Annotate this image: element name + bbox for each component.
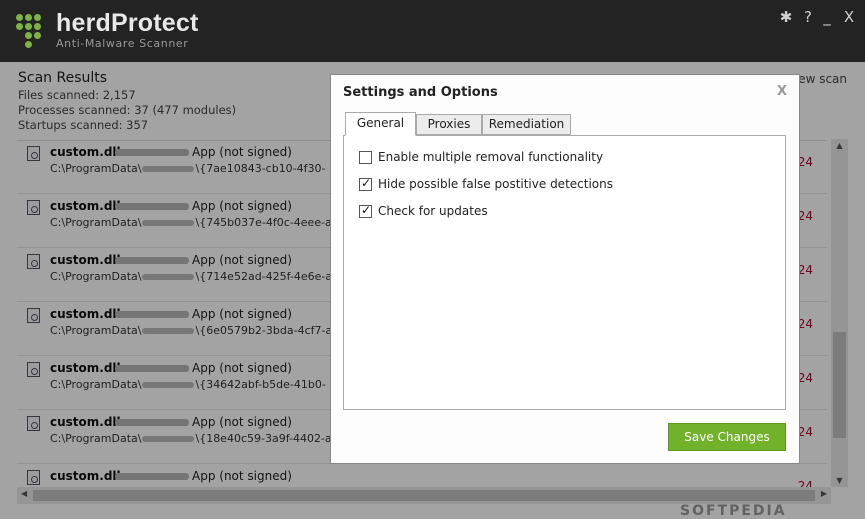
tab-general[interactable]: General	[345, 112, 416, 136]
herd-logo-icon	[16, 14, 50, 48]
save-changes-button[interactable]: Save Changes	[668, 423, 786, 451]
checkbox[interactable]	[359, 176, 372, 191]
tools-icon[interactable]: ✱	[777, 8, 795, 26]
option-label: Check for updates	[378, 204, 488, 218]
checkbox[interactable]	[359, 203, 372, 218]
app-name: herdProtect	[56, 9, 199, 37]
title-bar: herdProtect Anti-Malware Scanner ✱ ? _ X	[0, 0, 865, 62]
general-tab-panel: Enable multiple removal functionality Hi…	[343, 135, 786, 410]
checkbox[interactable]	[359, 151, 372, 164]
tab-remediation[interactable]: Remediation	[482, 114, 571, 135]
settings-dialog: Settings and Options X General Proxies R…	[330, 74, 800, 464]
minimize-icon[interactable]: _	[818, 8, 836, 26]
app-tagline: Anti-Malware Scanner	[56, 37, 189, 50]
option-label: Enable multiple removal functionality	[378, 150, 604, 164]
option-label: Hide possible false postitive detections	[378, 177, 613, 191]
dialog-close-icon[interactable]: X	[777, 84, 787, 99]
dialog-title: Settings and Options	[343, 85, 498, 100]
close-icon[interactable]: X	[840, 8, 858, 26]
help-icon[interactable]: ?	[799, 8, 817, 26]
tab-proxies[interactable]: Proxies	[416, 114, 482, 135]
